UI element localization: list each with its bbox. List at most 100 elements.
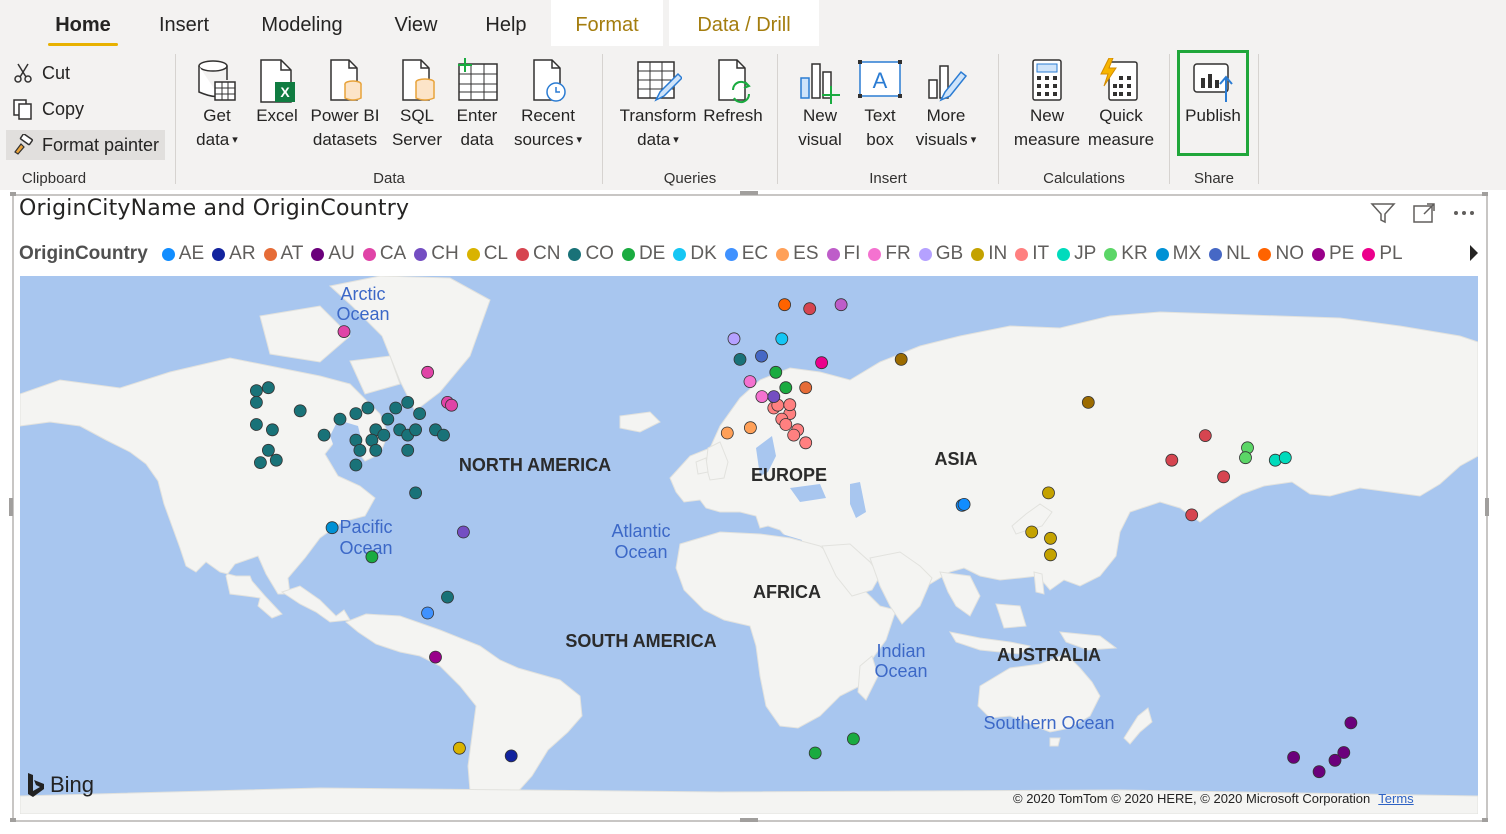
legend-item-dk[interactable]: DK — [673, 243, 717, 265]
legend-item-cn[interactable]: CN — [515, 243, 560, 265]
map-bubble[interactable] — [783, 398, 797, 412]
map-bubble[interactable] — [249, 418, 263, 431]
filter-icon[interactable] — [1370, 202, 1396, 224]
more-options-icon[interactable] — [1452, 202, 1476, 224]
resize-handle-corner[interactable] — [1482, 192, 1488, 196]
map-bubble[interactable] — [456, 525, 470, 539]
map-bubble[interactable] — [409, 486, 423, 500]
legend-item-at[interactable]: AT — [263, 243, 303, 265]
map-bubble[interactable] — [421, 365, 435, 379]
map-bubble[interactable] — [894, 353, 908, 366]
resize-handle-corner[interactable] — [10, 818, 16, 822]
legend-item-au[interactable]: AU — [311, 243, 355, 265]
map-bubble[interactable] — [377, 428, 391, 442]
bing-map[interactable]: Arctic Ocean Pacific Ocean Atlantic Ocean I… — [20, 276, 1478, 814]
map-bubble[interactable] — [775, 332, 789, 346]
resize-handle-corner[interactable] — [10, 192, 16, 196]
legend-item-pl[interactable]: PL — [1362, 243, 1403, 265]
terms-link[interactable]: Terms — [1378, 791, 1413, 806]
map-bubble[interactable] — [369, 443, 383, 457]
legend-item-it[interactable]: IT — [1015, 243, 1049, 265]
get-data-button[interactable]: Get data ▾ — [186, 58, 248, 152]
transform-data-button[interactable]: Transform data ▾ — [614, 58, 702, 152]
legend-item-ch[interactable]: CH — [414, 243, 459, 265]
more-visuals-button[interactable]: More visuals ▾ — [908, 58, 984, 152]
recent-sources-button[interactable]: Recent sources ▾ — [510, 58, 586, 152]
map-bubble[interactable] — [767, 390, 781, 403]
map-bubble[interactable] — [1287, 750, 1300, 764]
map-bubble[interactable] — [769, 365, 783, 379]
sql-server-button[interactable]: SQL Server — [390, 58, 444, 152]
map-bubble[interactable] — [779, 381, 793, 395]
map-bubble[interactable] — [1344, 716, 1358, 730]
map-bubble[interactable] — [733, 353, 747, 366]
map-bubble[interactable] — [401, 396, 415, 409]
map-bubble[interactable] — [441, 590, 454, 604]
map-bubble[interactable] — [365, 550, 379, 564]
legend-item-no[interactable]: NO — [1258, 243, 1304, 265]
legend-item-ec[interactable]: EC — [724, 243, 768, 265]
new-visual-button[interactable]: New visual — [794, 58, 846, 152]
legend-item-de[interactable]: DE — [621, 243, 665, 265]
map-bubble[interactable] — [755, 349, 768, 363]
map-bubble[interactable] — [429, 650, 442, 664]
quick-measure-button[interactable]: Quick measure — [1086, 58, 1156, 152]
tab-insert[interactable]: Insert — [148, 0, 220, 46]
legend-item-cl[interactable]: CL — [466, 243, 508, 265]
map-bubble[interactable] — [421, 606, 435, 620]
resize-handle-right[interactable] — [1485, 498, 1489, 516]
map-bubble[interactable] — [333, 412, 347, 426]
resize-handle-top[interactable] — [740, 191, 758, 195]
map-bubble[interactable] — [1328, 753, 1342, 767]
map-bubble[interactable] — [1312, 765, 1326, 779]
legend-item-fi[interactable]: FI — [826, 243, 860, 265]
map-bubble[interactable] — [779, 418, 793, 431]
tab-format[interactable]: Format — [551, 0, 663, 46]
map-bubble[interactable] — [1165, 453, 1179, 467]
map-bubble[interactable] — [778, 298, 791, 312]
map-bubble[interactable] — [755, 390, 769, 403]
map-bubble[interactable] — [361, 401, 375, 415]
map-bubble[interactable] — [249, 384, 263, 398]
map-bubble[interactable] — [1042, 486, 1055, 500]
map-bubble[interactable] — [1044, 548, 1057, 562]
legend-item-pe[interactable]: PE — [1311, 243, 1354, 265]
legend-next-arrow-icon[interactable] — [1470, 245, 1478, 261]
map-bubble[interactable] — [744, 421, 757, 435]
map-bubble[interactable] — [1081, 396, 1095, 409]
map-bubble[interactable] — [325, 521, 339, 535]
map-bubble[interactable] — [504, 749, 518, 763]
map-bubble[interactable] — [253, 456, 267, 470]
legend-item-jp[interactable]: JP — [1057, 243, 1096, 265]
map-bubble[interactable] — [957, 497, 971, 511]
map-bubble[interactable] — [401, 443, 415, 457]
map-bubble[interactable] — [445, 398, 458, 412]
map-bubble[interactable] — [317, 428, 331, 442]
legend-item-fr[interactable]: FR — [868, 243, 911, 265]
map-bubble[interactable] — [799, 381, 813, 395]
new-measure-button[interactable]: New measure — [1012, 58, 1082, 152]
map-bubble[interactable] — [261, 381, 275, 395]
map-bubble[interactable] — [249, 396, 263, 409]
map-bubble[interactable] — [349, 407, 363, 421]
map-bubble[interactable] — [337, 325, 351, 338]
tab-view[interactable]: View — [382, 0, 450, 46]
map-bubble[interactable] — [808, 746, 822, 760]
map-bubble[interactable] — [413, 407, 427, 421]
resize-handle-bottom[interactable] — [740, 818, 758, 822]
map-bubble[interactable] — [409, 423, 423, 437]
legend-item-co[interactable]: CO — [568, 243, 614, 265]
map-bubble[interactable] — [1185, 508, 1199, 522]
map-bubble[interactable] — [437, 428, 450, 442]
legend-item-ca[interactable]: CA — [362, 243, 406, 265]
legend-item-es[interactable]: ES — [776, 243, 819, 265]
resize-handle-corner[interactable] — [1482, 818, 1488, 822]
text-box-button[interactable]: A Text box — [854, 58, 906, 152]
map-bubble[interactable] — [847, 732, 860, 746]
map-bubble[interactable] — [353, 443, 367, 457]
legend-item-ar[interactable]: AR — [212, 243, 256, 265]
focus-mode-icon[interactable] — [1412, 202, 1436, 224]
cut-button[interactable]: Cut — [12, 58, 70, 88]
legend-item-kr[interactable]: KR — [1104, 243, 1148, 265]
map-bubble[interactable] — [834, 298, 848, 312]
